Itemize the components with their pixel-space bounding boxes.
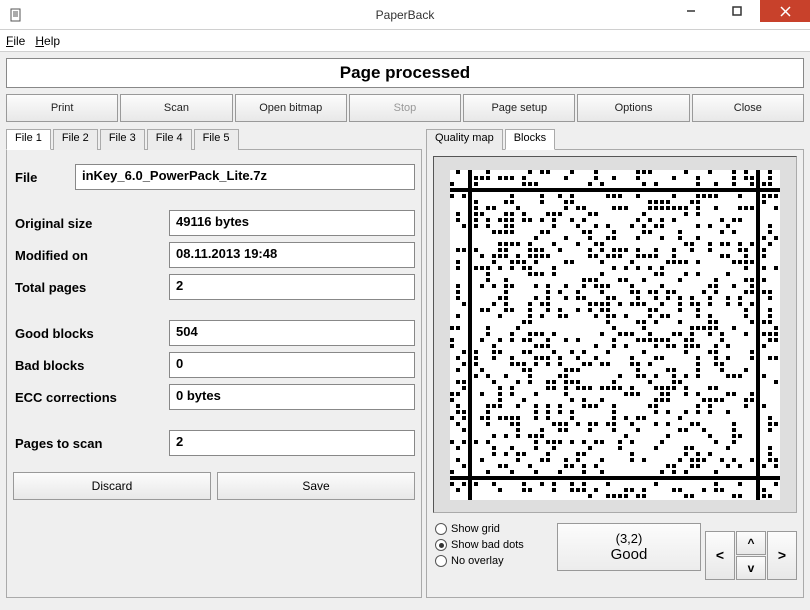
radio-no-overlay[interactable]: No overlay (435, 555, 551, 567)
radio-show-bad-dots[interactable]: Show bad dots (435, 539, 551, 551)
radio-icon (435, 523, 447, 535)
dot-matrix-icon (450, 170, 780, 500)
tab-quality-map[interactable]: Quality map (426, 129, 503, 150)
nav-up-button[interactable]: ^ (736, 531, 766, 555)
block-visualization[interactable] (433, 156, 797, 513)
menu-help[interactable]: Help (35, 34, 60, 48)
overlay-radio-group: Show grid Show bad dots No overlay (433, 519, 553, 591)
bad-blocks-value: 0 (169, 352, 415, 378)
window-title: PaperBack (376, 8, 435, 22)
save-button[interactable]: Save (217, 472, 415, 500)
total-pages-value: 2 (169, 274, 415, 300)
radio-show-grid[interactable]: Show grid (435, 523, 551, 535)
tab-file3[interactable]: File 3 (100, 129, 145, 150)
radio-show-grid-label: Show grid (451, 523, 500, 535)
tab-file1[interactable]: File 1 (6, 129, 51, 150)
nav-buttons: < ^ v > (705, 519, 797, 591)
radio-show-bad-dots-label: Show bad dots (451, 539, 524, 551)
stop-button: Stop (349, 94, 461, 122)
modified-on-label: Modified on (13, 248, 169, 263)
file-value: inKey_6.0_PowerPack_Lite.7z (75, 164, 415, 190)
menu-file[interactable]: File (6, 34, 25, 48)
maximize-button[interactable] (714, 0, 760, 22)
file-label: File (13, 170, 75, 185)
toolbar: Print Scan Open bitmap Stop Page setup O… (6, 94, 804, 122)
modified-on-value: 08.11.2013 19:48 (169, 242, 415, 268)
nav-down-button[interactable]: v (736, 556, 766, 580)
options-button[interactable]: Options (577, 94, 689, 122)
block-state: Good (611, 546, 648, 563)
discard-button[interactable]: Discard (13, 472, 211, 500)
scan-button[interactable]: Scan (120, 94, 232, 122)
radio-icon (435, 539, 447, 551)
good-blocks-label: Good blocks (13, 326, 169, 341)
print-button[interactable]: Print (6, 94, 118, 122)
close-app-button[interactable]: Close (692, 94, 804, 122)
status-banner: Page processed (6, 58, 804, 88)
nav-left-button[interactable]: < (705, 531, 735, 580)
bad-blocks-label: Bad blocks (13, 358, 169, 373)
ecc-label: ECC corrections (13, 390, 169, 405)
tab-blocks[interactable]: Blocks (505, 129, 555, 150)
menubar: File Help (0, 30, 810, 52)
pages-to-scan-label: Pages to scan (13, 436, 169, 451)
open-bitmap-button[interactable]: Open bitmap (235, 94, 347, 122)
original-size-value: 49116 bytes (169, 210, 415, 236)
good-blocks-value: 504 (169, 320, 415, 346)
close-button[interactable] (760, 0, 810, 22)
radio-icon (435, 555, 447, 567)
block-status: (3,2) Good (557, 523, 701, 571)
page-setup-button[interactable]: Page setup (463, 94, 575, 122)
file-tabs: File 1 File 2 File 3 File 4 File 5 (6, 128, 422, 150)
minimize-button[interactable] (668, 0, 714, 22)
titlebar: PaperBack (0, 0, 810, 30)
ecc-value: 0 bytes (169, 384, 415, 410)
nav-right-button[interactable]: > (767, 531, 797, 580)
view-tabs: Quality map Blocks (426, 128, 804, 150)
tab-file5[interactable]: File 5 (194, 129, 239, 150)
total-pages-label: Total pages (13, 280, 169, 295)
tab-file2[interactable]: File 2 (53, 129, 98, 150)
pages-to-scan-value: 2 (169, 430, 415, 456)
radio-no-overlay-label: No overlay (451, 555, 504, 567)
app-icon (8, 7, 24, 23)
original-size-label: Original size (13, 216, 169, 231)
tab-file4[interactable]: File 4 (147, 129, 192, 150)
block-coord: (3,2) (616, 531, 643, 546)
